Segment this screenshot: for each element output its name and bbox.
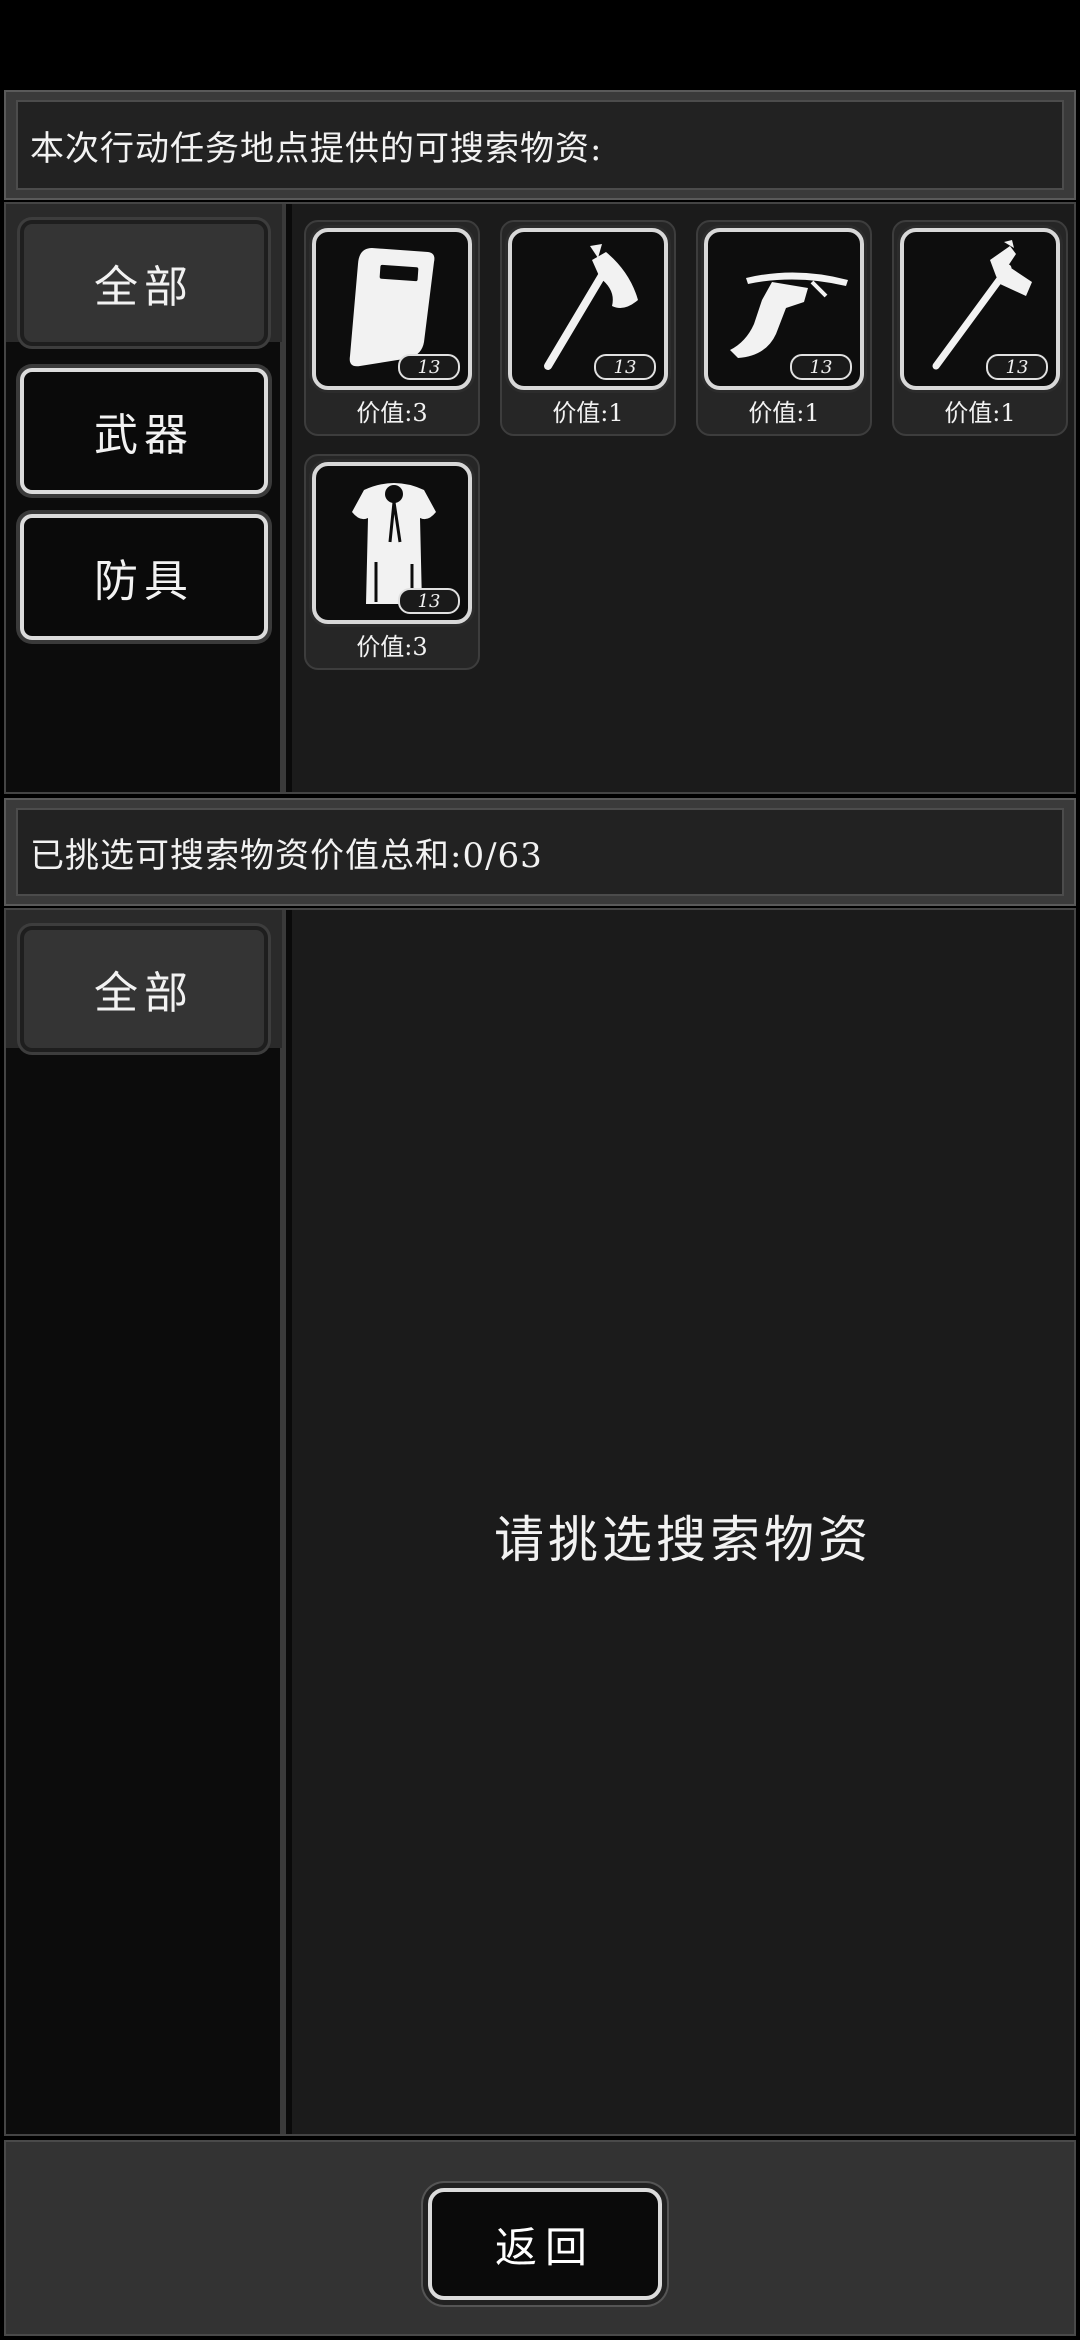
item-count-badge: 13 — [594, 354, 656, 380]
item-count-badge: 13 — [398, 354, 460, 380]
selected-category-sidebar: 全部 — [6, 910, 286, 2134]
tab-armor-label: 防具 — [94, 556, 194, 607]
item-card[interactable]: 13 价值:3 — [304, 454, 480, 670]
item-count-badge: 13 — [790, 354, 852, 380]
tab-all[interactable]: 全部 — [20, 220, 268, 346]
selected-resources-header: 已挑选可搜索物资价值总和:0/63 — [4, 798, 1076, 906]
item-card[interactable]: 13 价值:1 — [696, 220, 872, 436]
selected-resources-panel: 全部 请挑选搜索物资 — [4, 908, 1076, 2136]
tab-armor[interactable]: 防具 — [20, 514, 268, 640]
selected-tab-all-label: 全部 — [94, 968, 194, 1019]
item-icon-frame: 13 — [312, 228, 472, 390]
back-button-label: 返回 — [494, 2222, 595, 2272]
selected-value-total: 已挑选可搜索物资价值总和:0/63 — [16, 808, 1064, 896]
available-resources-panel: 全部 武器 防具 13 价值:3 13 价值:1 13 价值:1 13 价值:1… — [4, 202, 1076, 794]
item-value-label: 价值:3 — [356, 399, 428, 427]
available-resources-title: 本次行动任务地点提供的可搜索物资: — [16, 100, 1064, 190]
available-resources-header: 本次行动任务地点提供的可搜索物资: — [4, 90, 1076, 200]
selected-tab-all[interactable]: 全部 — [20, 926, 268, 1052]
back-button[interactable]: 返回 — [428, 2188, 662, 2300]
item-icon-frame: 13 — [900, 228, 1060, 390]
resource-selection-screen: 本次行动任务地点提供的可搜索物资: 全部 武器 防具 13 价值:3 13 价值… — [0, 0, 1080, 2340]
item-count-badge: 13 — [398, 588, 460, 614]
empty-selection-hint: 请挑选搜索物资 — [494, 1511, 872, 1569]
tab-weapons[interactable]: 武器 — [20, 368, 268, 494]
item-icon-frame: 13 — [704, 228, 864, 390]
item-value-label: 价值:3 — [356, 633, 428, 661]
available-items-grid: 13 价值:3 13 价值:1 13 价值:1 13 价值:1 13 价值:3 — [292, 204, 1074, 792]
footer-bar: 返回 — [4, 2140, 1076, 2336]
selected-items-area: 请挑选搜索物资 — [292, 910, 1074, 2134]
item-value-label: 价值:1 — [748, 399, 820, 427]
tab-weapons-label: 武器 — [94, 410, 194, 461]
available-category-sidebar: 全部 武器 防具 — [6, 204, 286, 792]
item-icon-frame: 13 — [312, 462, 472, 624]
item-card[interactable]: 13 价值:1 — [500, 220, 676, 436]
tab-all-label: 全部 — [94, 262, 194, 313]
item-count-badge: 13 — [986, 354, 1048, 380]
item-value-label: 价值:1 — [552, 399, 624, 427]
item-icon-frame: 13 — [508, 228, 668, 390]
item-value-label: 价值:1 — [944, 399, 1016, 427]
item-card[interactable]: 13 价值:3 — [304, 220, 480, 436]
item-card[interactable]: 13 价值:1 — [892, 220, 1068, 436]
